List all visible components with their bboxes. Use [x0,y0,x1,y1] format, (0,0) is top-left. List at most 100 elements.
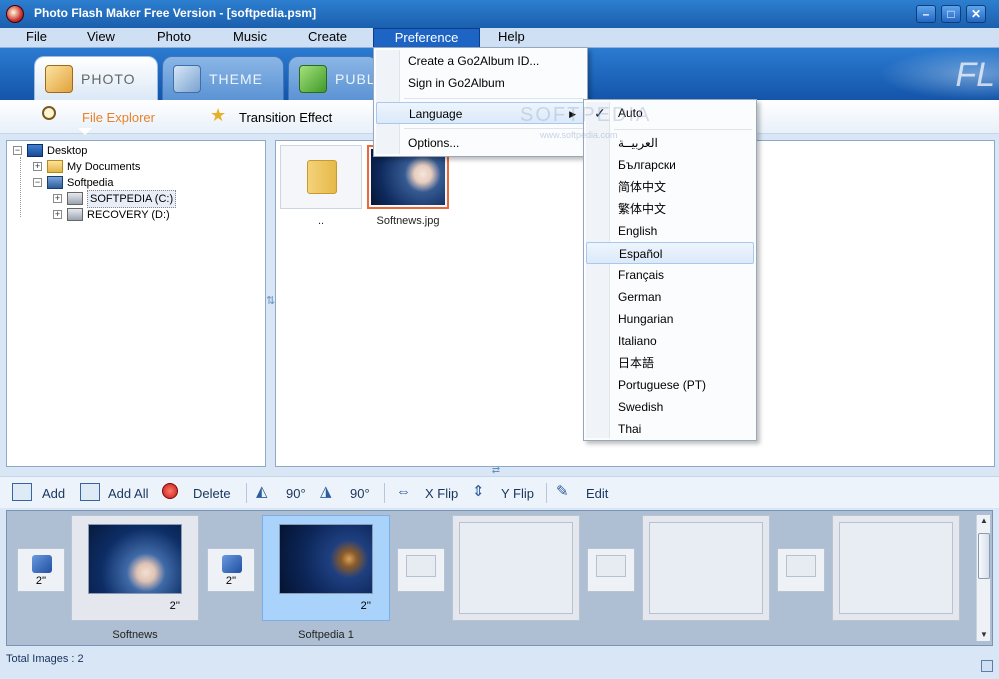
language-item[interactable]: Hungarian [586,308,754,330]
empty-slide-slot[interactable] [642,515,770,621]
file-caption: .. [317,215,325,227]
tree-label: My Documents [67,161,141,173]
file-explorer-label: File Explorer [82,110,155,125]
language-item[interactable]: 简体中文 [586,176,754,198]
y-flip-button[interactable]: ⇕ Y Flip [472,483,538,503]
resize-grip-icon[interactable] [981,660,993,672]
rotate-left-button[interactable]: ◭ 90° [256,483,310,503]
empty-transition-slot[interactable] [777,548,825,592]
language-item[interactable]: Български [586,154,754,176]
folder-up-thumbnail[interactable] [280,145,362,209]
maximize-button[interactable]: □ [941,5,961,23]
folder-tree[interactable]: − Desktop + My Documents − Softpedia + S… [6,140,266,467]
language-item[interactable]: German [586,286,754,308]
scroll-up-icon[interactable]: ▲ [977,515,991,527]
empty-slide-placeholder [839,522,953,614]
menu-file[interactable]: File [20,28,53,48]
rotate-right-label: 90° [350,486,370,501]
collapse-icon[interactable]: − [33,178,42,187]
transition-effect-label: Transition Effect [239,110,333,125]
language-item[interactable]: Portuguese (PT) [586,374,754,396]
rotate-right-icon: ◮ [320,483,332,500]
slide-duration: 2'' [360,600,371,612]
status-bar: Total Images : 2 [0,648,999,679]
language-item[interactable]: Français [586,264,754,286]
vertical-splitter[interactable]: ⇅ [266,294,275,314]
edit-button[interactable]: ✎ Edit [556,483,612,503]
slide-caption: Softpedia 1 [298,629,354,641]
expand-icon[interactable]: + [33,162,42,171]
menu-item-sign-in[interactable]: Sign in Go2Album [376,72,585,94]
rotate-right-button[interactable]: ◮ 90° [320,483,374,503]
storyboard-scrollbar[interactable]: ▲ ▼ [976,515,990,641]
expand-icon[interactable]: + [53,210,62,219]
tab-theme[interactable]: THEME [162,56,284,100]
toolbar-separator [546,483,547,503]
transition-slot[interactable]: 2'' [207,548,255,592]
close-button[interactable]: ✕ [966,5,986,23]
rotate-left-label: 90° [286,486,306,501]
app-icon[interactable] [6,5,24,23]
edit-label: Edit [586,486,609,501]
scroll-thumb[interactable] [978,533,990,579]
empty-slide-slot[interactable] [832,515,960,621]
language-item[interactable]: Italiano [586,330,754,352]
tree-guide-line [20,157,21,217]
menu-item-create-go2album-id[interactable]: Create a Go2Album ID... [376,50,585,72]
menu-help[interactable]: Help [492,28,531,48]
tab-theme-label: THEME [209,71,263,87]
menu-photo[interactable]: Photo [151,28,197,48]
tree-label: RECOVERY (D:) [87,209,170,221]
minimize-button[interactable]: – [916,5,936,23]
magnifier-icon [42,106,56,120]
add-all-button[interactable]: Add All [80,483,152,503]
slide-caption: Softnews [112,629,158,641]
language-item[interactable]: English [586,220,754,242]
menu-preference[interactable]: Preference [373,28,480,48]
delete-button[interactable]: Delete [162,483,234,503]
language-item[interactable]: Swedish [586,396,754,418]
expand-icon[interactable]: + [53,194,62,203]
storyboard[interactable]: 2'' 2'' Softnews 2'' 2'' Softpedia 1 ▲ ▼ [6,510,993,646]
desktop-icon [27,144,43,157]
drive-icon [67,208,83,221]
horizontal-splitter[interactable]: ⇄ [486,466,506,476]
x-flip-label: X Flip [425,486,459,501]
slide-image [88,524,182,594]
scroll-down-icon[interactable]: ▼ [977,629,991,641]
menu-separator [404,128,584,129]
language-item-selected[interactable]: Español [586,242,754,264]
collapse-icon[interactable]: − [13,146,22,155]
tab-photo[interactable]: PHOTO [34,56,158,100]
x-flip-button[interactable]: ⇔ X Flip [396,483,462,503]
star-icon: ★ [210,105,227,125]
menu-view[interactable]: View [81,28,121,48]
empty-transition-slot[interactable] [587,548,635,592]
transition-effect-tab[interactable]: ★ Transition Effect [210,106,350,128]
toolbar-separator [384,483,385,503]
slide-thumbnail[interactable]: 2'' [262,515,390,621]
folder-icon [307,160,337,194]
menu-create[interactable]: Create [302,28,353,48]
x-flip-icon: ⇔ [396,483,411,500]
language-item[interactable]: Thai [586,418,754,440]
slide-thumbnail[interactable]: 2'' [71,515,199,621]
empty-transition-placeholder [786,555,816,577]
transition-slot[interactable]: 2'' [17,548,65,592]
photo-tab-icon [45,65,73,93]
active-tab-pointer [78,128,92,135]
file-explorer-tab[interactable]: File Explorer [42,106,172,128]
menu-music[interactable]: Music [227,28,273,48]
y-flip-icon: ⇕ [472,483,485,500]
empty-transition-slot[interactable] [397,548,445,592]
photo-toolbar: Add Add All Delete ◭ 90° ◮ 90° ⇔ X Flip … [0,476,999,508]
add-button[interactable]: Add [12,483,68,503]
empty-slide-slot[interactable] [452,515,580,621]
menu-separator [614,129,752,130]
rotate-left-icon: ◭ [256,483,268,500]
language-item[interactable]: 日本語 [586,352,754,374]
menu-bar: File View Photo Music Create Preference … [0,28,999,48]
menu-separator [404,98,584,99]
tab-publish[interactable]: PUBLI [288,56,379,100]
language-item[interactable]: 繁体中文 [586,198,754,220]
